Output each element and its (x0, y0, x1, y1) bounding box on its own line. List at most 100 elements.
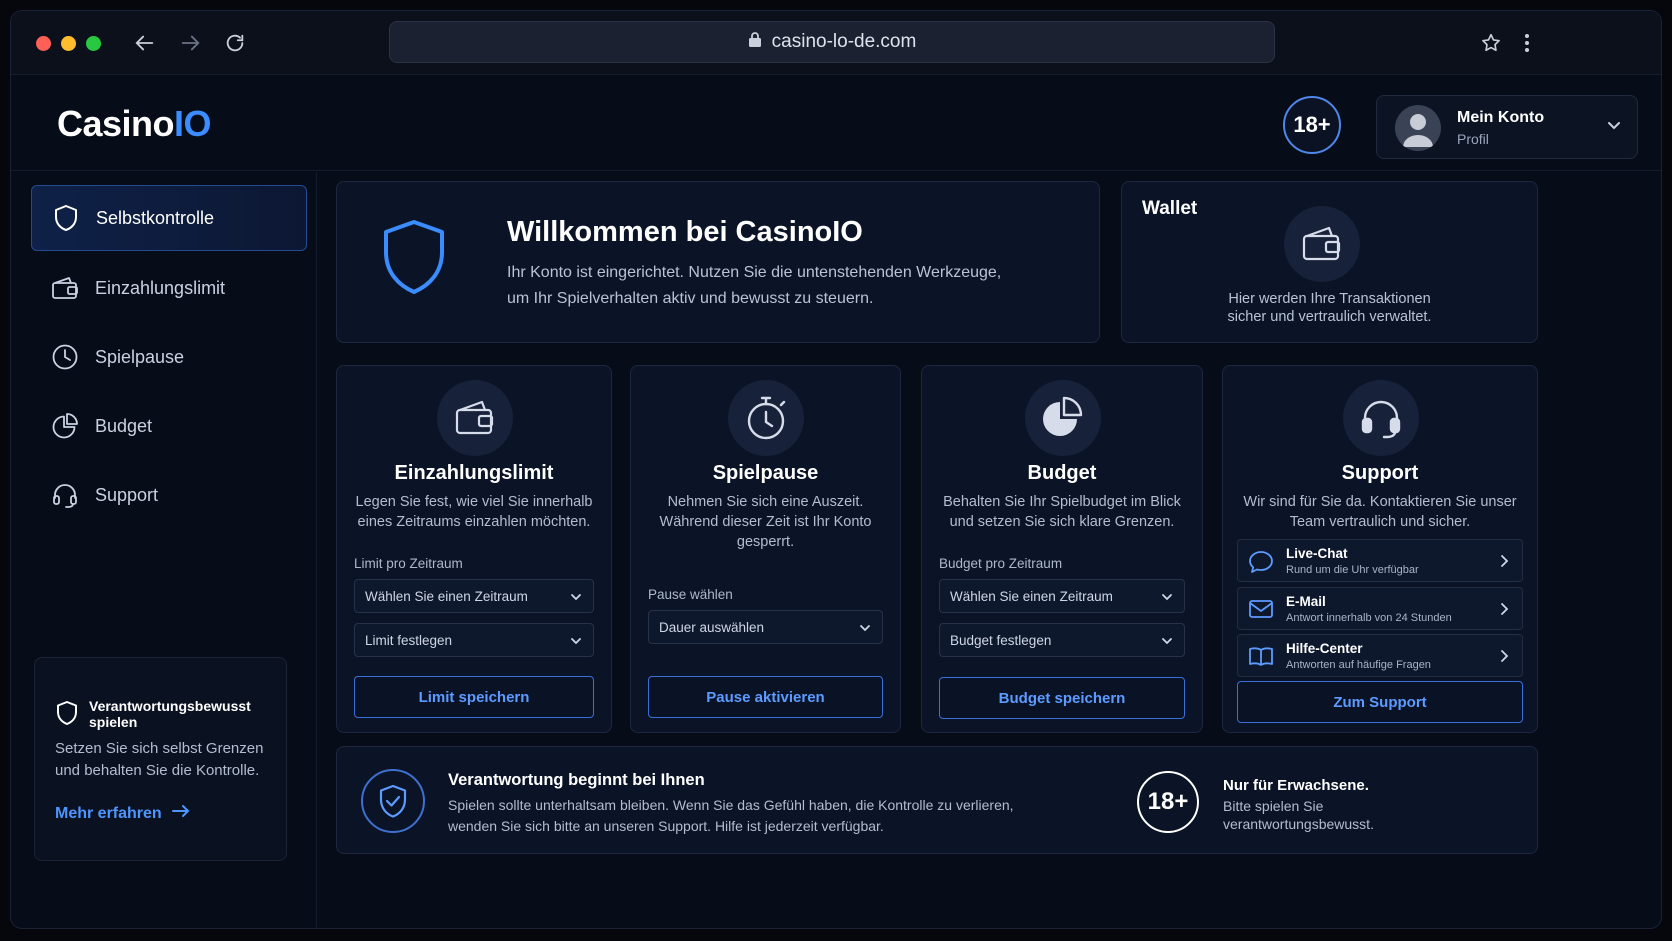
sidebar-item-budget[interactable]: Budget (31, 393, 307, 459)
support-card: Support Wir sind für Sie da. Kontaktiere… (1222, 365, 1538, 733)
limit-select[interactable]: Limit festlegen (354, 623, 594, 657)
welcome-text: Ihr Konto ist eingerichtet. Nutzen Sie d… (507, 264, 1002, 307)
address-bar[interactable]: casino-lo-de.com (389, 21, 1275, 63)
responsible-title: Verantwortungsbewusst spielen (89, 698, 251, 730)
bookmark-star-icon[interactable] (1477, 29, 1505, 57)
card-title: Einzahlungslimit (394, 462, 554, 484)
sidebar-item-selbstkontrolle[interactable]: Selbstkontrolle (31, 185, 307, 251)
browser-toolbar: casino-lo-de.com (11, 11, 1661, 75)
sidebar-item-label: Einzahlungslimit (95, 277, 226, 298)
activate-pause-button[interactable]: Pause aktivieren (648, 676, 883, 718)
arrow-right-icon (171, 804, 190, 823)
field-label: Limit pro Zeitraum (354, 556, 463, 571)
maximize-window-button[interactable] (86, 36, 101, 51)
browser-window: casino-lo-de.com CasinoIO 18+ Mein Konto… (10, 10, 1662, 929)
responsibility-banner: Verantwortung beginnt bei Ihnen Spielen … (336, 746, 1538, 854)
forward-arrow-icon[interactable] (176, 29, 204, 57)
sidebar-item-einzahlungslimit[interactable]: Einzahlungslimit (31, 255, 307, 321)
casino-logo[interactable]: CasinoIO (57, 103, 212, 145)
card-description: Wir sind für Sie da. Kontaktieren Sie un… (1243, 494, 1517, 530)
chevron-right-icon (1498, 554, 1510, 573)
back-arrow-icon[interactable] (131, 29, 159, 57)
shield-icon (52, 204, 80, 232)
app-header: CasinoIO 18+ Mein Konto Profil (11, 75, 1661, 171)
account-menu[interactable]: Mein Konto Profil (1376, 95, 1638, 159)
minimize-window-button[interactable] (61, 36, 76, 51)
chevron-down-icon (1160, 634, 1174, 651)
url-text: casino-lo-de.com (771, 31, 917, 52)
live-chat-option[interactable]: Live-Chat Rund um die Uhr verfügbar (1237, 539, 1523, 582)
shield-check-icon (361, 769, 425, 833)
budget-period-select[interactable]: Wählen Sie einen Zeitraum (939, 579, 1185, 613)
lock-icon (748, 31, 762, 53)
chevron-down-icon (569, 590, 583, 607)
adults-only-title: Nur für Erwachsene. (1223, 777, 1369, 794)
chevron-right-icon (1498, 649, 1510, 668)
save-limit-button[interactable]: Limit speichern (354, 676, 594, 718)
wallet-icon (51, 274, 79, 302)
pause-card: Spielpause Nehmen Sie sich eine Auszeit.… (630, 365, 901, 733)
help-center-option[interactable]: Hilfe-Center Antworten auf häufige Frage… (1237, 634, 1523, 677)
shield-icon (55, 700, 79, 729)
budget-card: Budget Behalten Sie Ihr Spielbudget im B… (921, 365, 1203, 733)
wallet-icon (1284, 206, 1360, 282)
account-subtitle: Profil (1457, 131, 1489, 147)
pie-chart-icon (51, 412, 79, 440)
card-description: Behalten Sie Ihr Spielbudget im Blick un… (943, 494, 1181, 530)
sidebar-item-label: Spielpause (95, 346, 185, 367)
go-to-support-button[interactable]: Zum Support (1237, 681, 1523, 723)
wallet-card: Wallet Hier werden Ihre Transaktionen sic… (1121, 181, 1538, 343)
chevron-down-icon (858, 621, 872, 638)
adults-only-text: Bitte spielen Sie verantwortungsbewusst. (1223, 798, 1374, 832)
welcome-card: Willkommen bei CasinoIO Ihr Konto ist ei… (336, 181, 1100, 343)
sidebar-item-support[interactable]: Support (31, 462, 307, 528)
chevron-down-icon (1160, 590, 1174, 607)
more-menu-icon[interactable] (1513, 29, 1541, 57)
budget-amount-select[interactable]: Budget festlegen (939, 623, 1185, 657)
wallet-text: Hier werden Ihre Transaktionen sicher und… (1227, 291, 1432, 325)
card-title: Spielpause (712, 462, 819, 484)
stopwatch-icon (728, 380, 804, 456)
card-description: Nehmen Sie sich eine Auszeit. Während di… (659, 494, 872, 550)
chevron-down-icon (569, 634, 583, 651)
wallet-icon (437, 380, 513, 456)
chat-bubble-icon (1248, 550, 1274, 579)
sidebar-item-label: Selbstkontrolle (96, 207, 215, 228)
clock-icon (51, 343, 79, 371)
responsible-text: Setzen Sie sich selbst Grenzen und behal… (55, 740, 264, 779)
sidebar-item-spielpause[interactable]: Spielpause (31, 324, 307, 390)
book-icon (1248, 645, 1274, 672)
chevron-right-icon (1498, 602, 1510, 621)
deposit-limit-card: Einzahlungslimit Legen Sie fest, wie vie… (336, 365, 612, 733)
age-badge: 18+ (1283, 96, 1341, 154)
headset-icon (51, 481, 79, 509)
card-description: Legen Sie fest, wie viel Sie innerhalb e… (355, 494, 593, 530)
save-budget-button[interactable]: Budget speichern (939, 677, 1185, 719)
card-title: Support (1341, 462, 1419, 484)
responsible-gaming-box: Verantwortungsbewusst spielen Setzen Sie… (34, 657, 287, 861)
chevron-down-icon[interactable] (1605, 116, 1623, 139)
welcome-title: Willkommen bei CasinoIO (507, 216, 863, 248)
email-option[interactable]: E-Mail Antwort innerhalb von 24 Stunden (1237, 587, 1523, 630)
account-title: Mein Konto (1457, 109, 1545, 126)
field-label: Budget pro Zeitraum (939, 556, 1063, 571)
pause-duration-select[interactable]: Dauer auswählen (648, 610, 883, 644)
sidebar-item-label: Budget (95, 415, 153, 436)
field-label: Pause wählen (648, 587, 733, 602)
avatar (1395, 105, 1441, 151)
reload-icon[interactable] (221, 29, 249, 57)
card-title: Budget (1027, 462, 1097, 484)
shield-icon (381, 218, 447, 301)
adults-only-badge: 18+ (1137, 771, 1199, 833)
pie-chart-icon (1025, 380, 1101, 456)
headset-icon (1343, 380, 1419, 456)
sidebar: Selbstkontrolle Einzahlungslimit Spielpa… (11, 172, 317, 928)
sidebar-item-label: Support (95, 484, 159, 505)
banner-title: Verantwortung beginnt bei Ihnen (448, 771, 705, 789)
period-select[interactable]: Wählen Sie einen Zeitraum (354, 579, 594, 613)
wallet-title: Wallet (1142, 198, 1198, 219)
envelope-icon (1248, 598, 1274, 625)
learn-more-link[interactable]: Mehr erfahren (55, 804, 190, 823)
banner-text: Spielen sollte unterhaltsam bleiben. Wen… (448, 797, 1014, 834)
close-window-button[interactable] (36, 36, 51, 51)
